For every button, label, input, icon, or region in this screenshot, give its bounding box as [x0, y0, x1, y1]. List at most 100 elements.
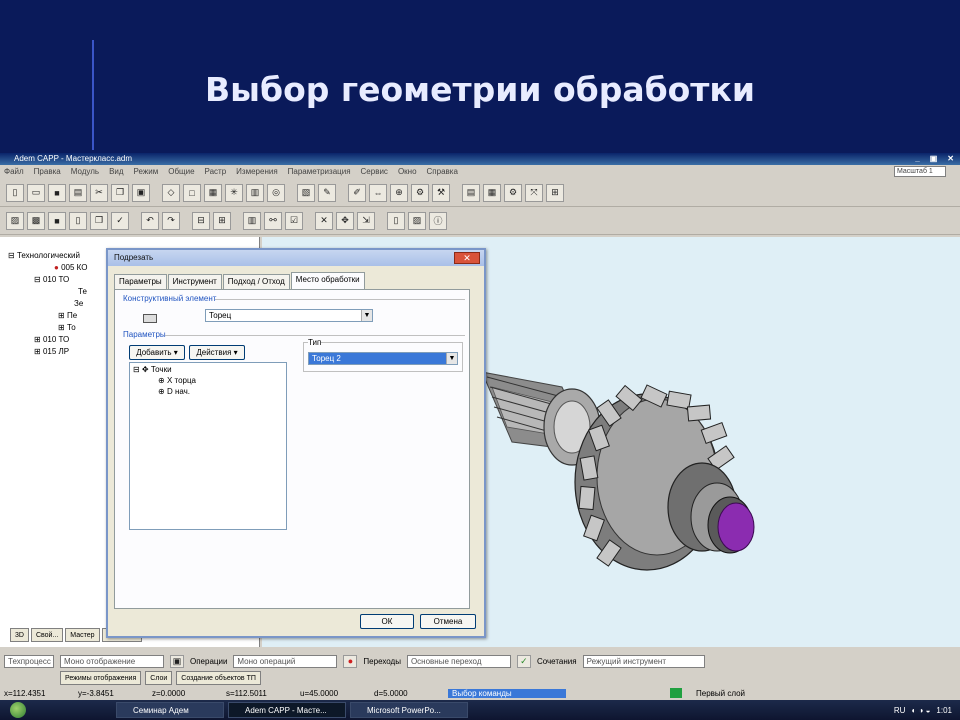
- actions-button[interactable]: Действия ▾: [189, 345, 245, 360]
- ok-button[interactable]: ОК: [360, 614, 414, 629]
- tree-toggle[interactable]: ⊞: [34, 347, 41, 356]
- save2-icon[interactable]: ■: [48, 211, 66, 230]
- combo-select[interactable]: Режущий инструмент: [582, 654, 705, 668]
- copy-icon[interactable]: ❐: [111, 183, 129, 202]
- transform-icon[interactable]: ⤧: [525, 183, 543, 202]
- image-icon[interactable]: ▨: [408, 211, 426, 230]
- task-powerpoint[interactable]: Microsoft PowerPo...: [350, 702, 468, 718]
- menu-common[interactable]: Общие: [168, 165, 194, 179]
- open-folder-icon[interactable]: ▭: [27, 183, 45, 202]
- tree-item-010[interactable]: ⊟ 010 ТО: [34, 275, 69, 284]
- menu-help[interactable]: Справка: [427, 165, 458, 179]
- menu-param[interactable]: Параметризация: [288, 165, 351, 179]
- edit-icon[interactable]: ✐: [348, 183, 366, 202]
- tree-item-root[interactable]: ⊟ Технологический: [8, 251, 80, 260]
- cancel-button[interactable]: Отмена: [420, 614, 476, 629]
- check-icon[interactable]: ✓: [111, 211, 129, 230]
- delete-icon[interactable]: ✕: [315, 211, 333, 230]
- selected-face[interactable]: [717, 502, 755, 552]
- tab-create-objects[interactable]: Создание объектов ТП: [176, 671, 261, 685]
- task-seminar[interactable]: Семинар Адем: [116, 702, 224, 718]
- task-adem[interactable]: Adem CAPP - Масте...: [228, 702, 346, 718]
- page-icon[interactable]: ▯: [387, 211, 405, 230]
- minimize-button[interactable]: _: [915, 153, 919, 165]
- param-icon[interactable]: ⚙: [411, 183, 429, 202]
- tree-toggle[interactable]: ⊟: [8, 251, 15, 260]
- menu-raster[interactable]: Растр: [205, 165, 227, 179]
- element-combo[interactable]: Торец ▼: [205, 309, 373, 322]
- layers-icon[interactable]: ▧: [297, 183, 315, 202]
- transitions-combo[interactable]: Основные переход: [406, 654, 511, 668]
- tab-display-modes[interactable]: Режимы отображения: [60, 671, 142, 685]
- list-root[interactable]: ⊟ ✥ Точки: [133, 365, 172, 374]
- info-icon[interactable]: ⓘ: [429, 211, 447, 230]
- menu-module[interactable]: Модуль: [71, 165, 99, 179]
- cut-icon[interactable]: ✂: [90, 183, 108, 202]
- tab-machining-place[interactable]: Место обработки: [290, 272, 365, 289]
- menu-view[interactable]: Вид: [109, 165, 123, 179]
- tab-layers[interactable]: Слои: [145, 671, 173, 685]
- dimension-icon[interactable]: ⇔: [369, 183, 387, 202]
- new-file-icon[interactable]: ▯: [6, 183, 24, 202]
- circle-icon[interactable]: ◎: [267, 183, 285, 202]
- checklist-icon[interactable]: ☑: [285, 211, 303, 230]
- measure-icon[interactable]: ⊕: [390, 183, 408, 202]
- stop-icon[interactable]: ●: [343, 654, 358, 668]
- report-icon[interactable]: ▤: [462, 183, 480, 202]
- doc-icon[interactable]: ▯: [69, 211, 87, 230]
- tree-toggle[interactable]: ⊞: [58, 311, 65, 320]
- tree-item-005[interactable]: ● 005 КО: [54, 263, 87, 272]
- grid-icon[interactable]: ▦: [204, 183, 222, 202]
- export-icon[interactable]: ⇲: [357, 211, 375, 230]
- tab-3d[interactable]: 3D: [10, 628, 29, 642]
- tool-icon[interactable]: ⚒: [432, 183, 450, 202]
- menu-service[interactable]: Сервис: [361, 165, 388, 179]
- chart-icon[interactable]: ▥: [243, 211, 261, 230]
- type-combo[interactable]: Торец 2 ▼: [308, 352, 458, 365]
- snap-icon[interactable]: ✳: [225, 183, 243, 202]
- copy2-icon[interactable]: ❐: [90, 211, 108, 230]
- tree-item-015[interactable]: ⊞ 015 ЛР: [34, 347, 69, 356]
- display-toggle-icon[interactable]: ▣: [170, 654, 184, 668]
- menu-measure[interactable]: Измерения: [236, 165, 277, 179]
- tab-master[interactable]: Мастер: [65, 628, 100, 642]
- menu-edit[interactable]: Правка: [34, 165, 61, 179]
- save-icon[interactable]: ■: [48, 183, 66, 202]
- tree-item-010b[interactable]: ⊞ 010 ТО: [34, 335, 69, 344]
- tree-toggle[interactable]: ⊞: [58, 323, 65, 332]
- calc-icon[interactable]: ▦: [483, 183, 501, 202]
- menu-mode[interactable]: Режим: [134, 165, 159, 179]
- dialog-close-button[interactable]: ✕: [454, 252, 480, 264]
- list-item[interactable]: ⊕ Х торца: [158, 376, 196, 385]
- table-icon[interactable]: ▥: [246, 183, 264, 202]
- tab-tool[interactable]: Инструмент: [167, 274, 222, 289]
- tree-item-te[interactable]: Те: [78, 287, 87, 296]
- start-button[interactable]: [0, 700, 36, 720]
- tree-item-to[interactable]: ⊞ То: [58, 323, 76, 332]
- tree-toggle[interactable]: ⊞: [34, 335, 41, 344]
- add-button[interactable]: Добавить ▾: [129, 345, 185, 360]
- paste-icon[interactable]: ▣: [132, 183, 150, 202]
- tree-icon[interactable]: ⊟: [192, 211, 210, 230]
- redo-icon[interactable]: ↷: [162, 211, 180, 230]
- menu-window[interactable]: Окно: [398, 165, 417, 179]
- menu-file[interactable]: Файл: [4, 165, 24, 179]
- chevron-down-icon[interactable]: ▼: [446, 353, 457, 364]
- points-list[interactable]: ⊟ ✥ Точки ⊕ Х торца ⊕ D нач.: [129, 362, 287, 530]
- language-indicator[interactable]: RU: [894, 706, 906, 715]
- print-icon[interactable]: ▤: [69, 183, 87, 202]
- tab-approach[interactable]: Подход / Отход: [222, 274, 290, 289]
- tree-item-ze[interactable]: Зе: [74, 299, 83, 308]
- chevron-down-icon[interactable]: ▼: [361, 310, 372, 321]
- symbol-icon[interactable]: ⊞: [546, 183, 564, 202]
- process-icon[interactable]: ⚙: [504, 183, 522, 202]
- display-combo[interactable]: Моно отображение: [60, 654, 164, 668]
- flow-icon[interactable]: ⊞: [213, 211, 231, 230]
- tab-parameters[interactable]: Параметры: [114, 274, 167, 289]
- close-button[interactable]: ✕: [947, 153, 954, 165]
- link-icon[interactable]: ⚯: [264, 211, 282, 230]
- select-icon[interactable]: ◇: [162, 183, 180, 202]
- maximize-button[interactable]: ▣: [930, 153, 938, 165]
- move-icon[interactable]: ✥: [336, 211, 354, 230]
- tree-item-pe[interactable]: ⊞ Пе: [58, 311, 77, 320]
